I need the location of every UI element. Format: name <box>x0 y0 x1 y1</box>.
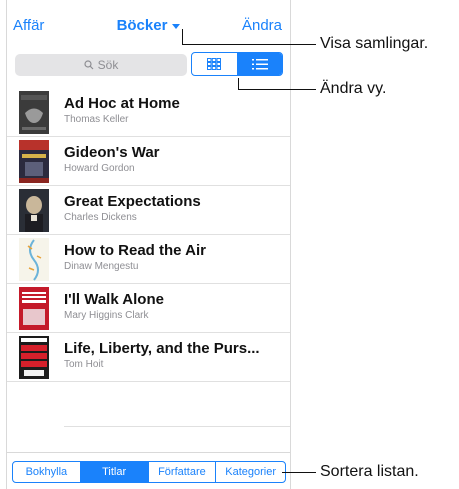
grid-icon <box>207 58 222 70</box>
book-title: I'll Walk Alone <box>64 291 164 308</box>
tab-titlar[interactable]: Titlar <box>79 462 148 482</box>
tab-bokhylla[interactable]: Bokhylla <box>13 462 80 482</box>
callout-line <box>182 44 316 45</box>
book-title: Ad Hoc at Home <box>64 95 180 112</box>
book-title: How to Read the Air <box>64 242 206 259</box>
book-author: Tom Hoit <box>64 359 104 370</box>
book-author: Thomas Keller <box>64 114 129 125</box>
sort-segmented-control: Bokhylla Titlar Författare Kategorier <box>12 461 286 483</box>
book-author: Dinaw Mengestu <box>64 261 139 272</box>
book-author: Howard Gordon <box>64 163 135 174</box>
callout-line <box>282 472 316 473</box>
book-author: Mary Higgins Clark <box>64 310 149 321</box>
search-icon <box>84 60 94 70</box>
collections-label: Böcker <box>116 17 168 34</box>
callout-line <box>182 29 183 45</box>
list-separator <box>64 426 290 427</box>
list-icon <box>251 58 268 69</box>
book-cover <box>19 287 49 330</box>
book-title: Life, Liberty, and the Purs... <box>64 340 260 357</box>
search-input[interactable]: Sök <box>15 54 187 76</box>
search-placeholder: Sök <box>97 58 119 72</box>
book-row[interactable]: Ad Hoc at Home Thomas Keller <box>7 88 290 137</box>
view-toggle <box>191 52 283 76</box>
book-row[interactable]: Great Expectations Charles Dickens <box>7 186 290 235</box>
toolbar-divider <box>7 452 290 453</box>
book-cover <box>19 140 49 183</box>
book-row[interactable]: I'll Walk Alone Mary Higgins Clark <box>7 284 290 333</box>
book-cover <box>19 91 49 134</box>
tab-forfattare[interactable]: Författare <box>147 462 216 482</box>
book-title: Gideon's War <box>64 144 160 161</box>
book-cover <box>19 336 49 379</box>
book-author: Charles Dickens <box>64 212 137 223</box>
callout-change-view: Ändra vy. <box>320 80 387 97</box>
phone-screen: Affär Böcker Ändra Sök Ad Hoc at Home Th… <box>6 0 291 489</box>
callout-line <box>238 78 239 90</box>
book-row[interactable]: How to Read the Air Dinaw Mengestu <box>7 235 290 284</box>
book-row[interactable]: Gideon's War Howard Gordon <box>7 137 290 186</box>
navigation-bar: Affär Böcker Ändra <box>7 0 290 46</box>
edit-button[interactable]: Ändra <box>242 17 282 34</box>
callout-collections: Visa samlingar. <box>320 35 429 52</box>
book-list: Ad Hoc at Home Thomas Keller Gideon's Wa… <box>7 88 290 382</box>
chevron-down-icon <box>172 23 181 29</box>
grid-view-button[interactable] <box>192 53 237 75</box>
callout-sort: Sortera listan. <box>320 463 419 480</box>
book-title: Great Expectations <box>64 193 201 210</box>
book-cover <box>19 189 49 232</box>
callout-line <box>238 89 316 90</box>
book-cover <box>19 238 49 281</box>
book-row[interactable]: Life, Liberty, and the Purs... Tom Hoit <box>7 333 290 382</box>
tab-kategorier[interactable]: Kategorier <box>215 462 285 482</box>
list-view-button[interactable] <box>236 53 282 75</box>
